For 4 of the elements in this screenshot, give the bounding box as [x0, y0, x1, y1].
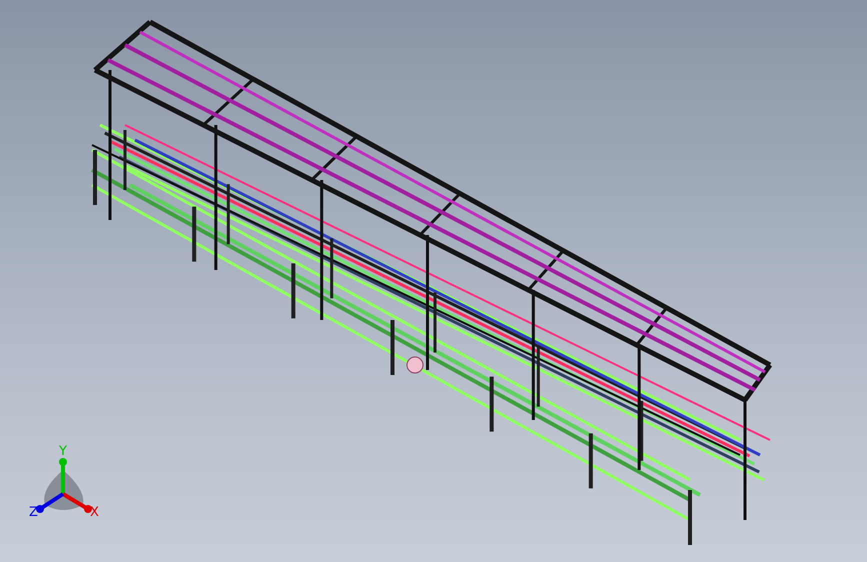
triad-cone-icon	[44, 470, 84, 510]
axis-label: Y	[59, 444, 67, 459]
axis-label: Z	[29, 505, 38, 520]
axis-label: X	[90, 505, 99, 520]
